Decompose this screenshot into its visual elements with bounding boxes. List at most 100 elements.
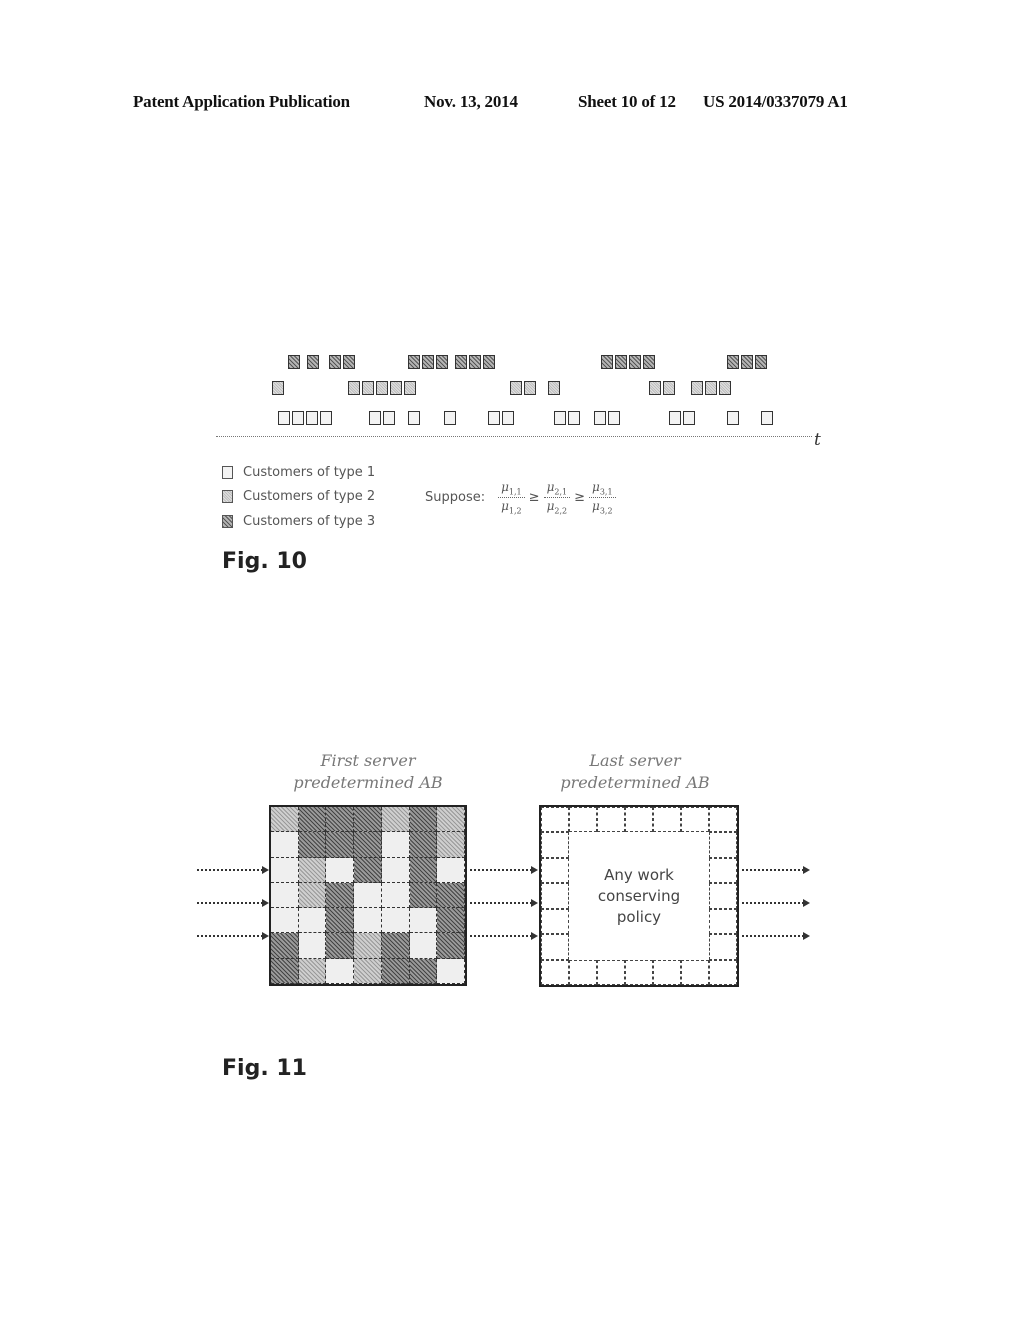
customer-type-1-block — [488, 411, 500, 425]
policy-text: Any work conserving policy — [569, 865, 709, 928]
output-arrow-3 — [742, 932, 810, 940]
legend-label: Customers of type 2 — [243, 489, 376, 504]
buffer-cell — [569, 807, 597, 833]
buffer-cell — [271, 832, 299, 858]
customer-type-3-block — [727, 355, 739, 369]
customer-type-3-block — [643, 355, 655, 369]
first-server-title: First server predetermined AB — [268, 750, 468, 794]
buffer-cell — [653, 807, 681, 833]
customer-type-1-block — [594, 411, 606, 425]
buffer-cell — [409, 882, 438, 909]
buffer-cell — [437, 882, 465, 909]
customer-type-2-block — [376, 381, 388, 395]
buffer-cell — [625, 959, 653, 985]
customer-type-3-block — [436, 355, 448, 369]
suppose-condition: Suppose: μ1,1 μ1,2 ≥ μ2,1 μ2,2 ≥ μ3,1 μ3… — [425, 480, 619, 516]
buffer-cell — [709, 857, 737, 884]
customer-type-3-block — [755, 355, 767, 369]
legend-type-3: Customers of type 3 — [222, 514, 375, 529]
customer-type-3-block — [455, 355, 467, 369]
title-line: predetermined AB — [560, 773, 710, 792]
middle-arrow-3 — [470, 932, 538, 940]
customer-type-3-block — [483, 355, 495, 369]
buffer-cell — [681, 959, 709, 985]
buffer-cell — [709, 832, 737, 858]
buffer-cell — [381, 908, 410, 934]
buffer-cell — [409, 933, 438, 959]
customer-type-2-block — [548, 381, 560, 395]
buffer-cell — [541, 934, 569, 960]
last-server-title: Last server predetermined AB — [535, 750, 735, 794]
sheet-number: Sheet 10 of 12 — [578, 92, 676, 111]
patent-number: US 2014/0337079 A1 — [703, 92, 848, 111]
subscript: 2,1 — [554, 487, 568, 497]
fraction-3: μ3,1 μ3,2 — [589, 480, 616, 516]
buffer-cell — [409, 807, 438, 833]
buffer-cell — [597, 807, 625, 833]
legend-type-2: Customers of type 2 — [222, 489, 375, 504]
buffer-cell — [354, 807, 382, 833]
buffer-cell — [541, 959, 569, 985]
customer-type-3-block — [615, 355, 627, 369]
buffer-cell — [298, 933, 327, 959]
buffer-cell — [326, 933, 355, 959]
buffer-cell — [298, 857, 327, 883]
middle-arrow-2 — [470, 899, 538, 907]
policy-line: policy — [616, 908, 662, 926]
subscript: 1,1 — [508, 487, 522, 497]
buffer-cell — [354, 882, 382, 909]
mu-symbol: μ — [592, 480, 600, 494]
input-arrow-1 — [197, 866, 269, 874]
buffer-cell — [381, 857, 410, 883]
customer-type-3-block — [288, 355, 300, 369]
customer-type-2-block — [272, 381, 284, 395]
customer-type-3-block — [629, 355, 641, 369]
title-line: Last server — [589, 751, 681, 770]
buffer-cell — [354, 933, 382, 959]
buffer-cell — [437, 908, 465, 934]
customer-type-3-block — [307, 355, 319, 369]
customer-type-2-block — [705, 381, 717, 395]
buffer-cell — [298, 882, 327, 909]
buffer-cell — [326, 857, 355, 883]
figure-10-label: Fig. 10 — [222, 549, 307, 574]
buffer-cell — [354, 958, 382, 984]
buffer-cell — [709, 883, 737, 909]
type-3-swatch — [222, 515, 233, 528]
buffer-cell — [597, 959, 625, 985]
legend-label: Customers of type 3 — [243, 514, 376, 529]
customer-type-1-block — [369, 411, 381, 425]
customer-type-1-block — [502, 411, 514, 425]
buffer-cell — [437, 958, 465, 984]
buffer-cell — [541, 807, 569, 833]
buffer-cell — [298, 908, 327, 934]
customer-type-1-block — [408, 411, 420, 425]
title-line: predetermined AB — [293, 773, 443, 792]
buffer-cell — [326, 958, 355, 984]
customer-type-1-block — [727, 411, 739, 425]
time-axis — [216, 436, 812, 437]
buffer-cell — [709, 807, 737, 833]
buffer-cell — [271, 857, 299, 883]
buffer-cell — [437, 857, 465, 883]
buffer-cell — [409, 958, 438, 984]
customer-type-1-block — [568, 411, 580, 425]
buffer-cell — [271, 908, 299, 934]
customer-type-1-block — [761, 411, 773, 425]
buffer-cell — [625, 807, 653, 833]
buffer-cell — [354, 857, 382, 883]
customer-type-1-block — [320, 411, 332, 425]
suppose-label: Suppose: — [425, 490, 486, 506]
customer-type-1-block — [683, 411, 695, 425]
customer-type-2-block — [362, 381, 374, 395]
mu-symbol: μ — [592, 499, 600, 514]
buffer-cell — [381, 807, 410, 833]
buffer-cell — [541, 883, 569, 909]
customer-type-3-block — [329, 355, 341, 369]
subscript: 2,2 — [554, 506, 568, 516]
figure-11-label: Fig. 11 — [222, 1056, 307, 1081]
geq-symbol: ≥ — [574, 490, 586, 506]
buffer-cell — [381, 832, 410, 858]
buffer-cell — [409, 832, 438, 858]
buffer-cell — [271, 807, 299, 833]
